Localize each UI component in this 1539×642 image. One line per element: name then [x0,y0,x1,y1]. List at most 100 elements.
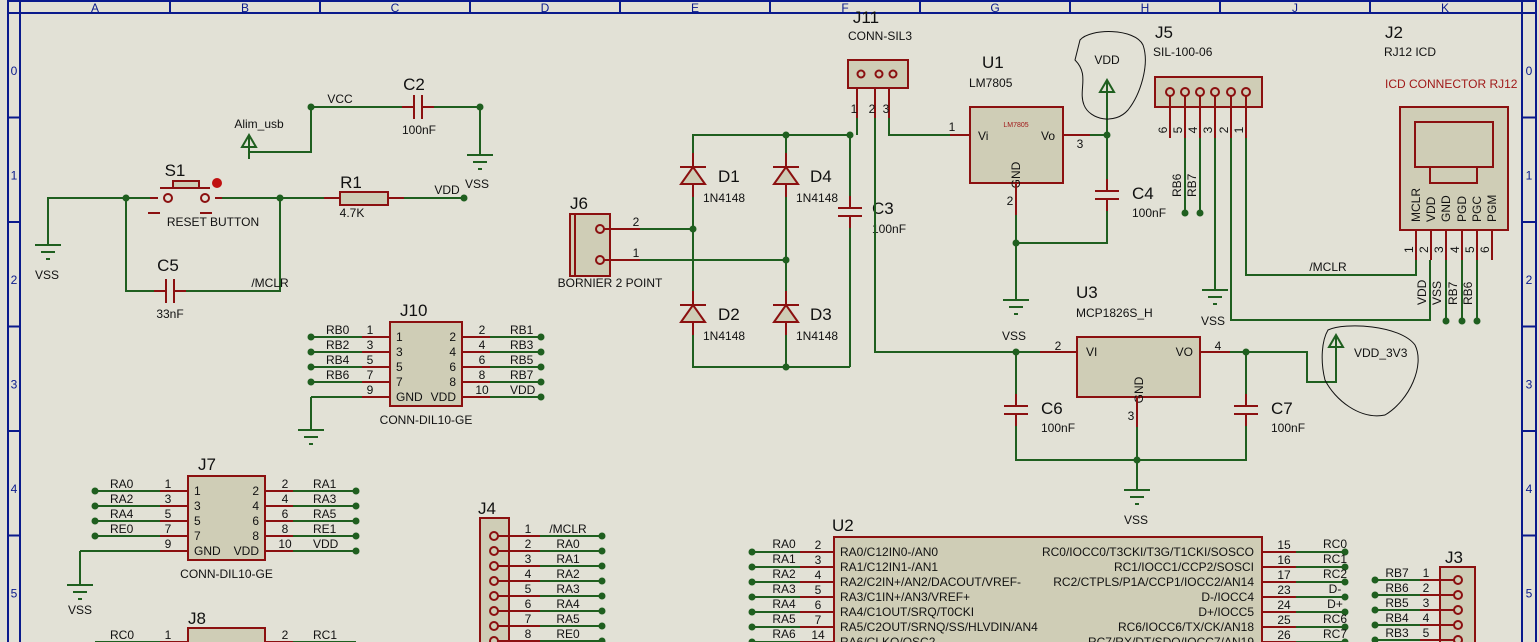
pin-number: 4 [479,338,486,352]
junction-node [352,502,360,510]
junction-node [352,487,360,495]
pin-name: VDD [431,390,457,404]
ref-label: U2 [832,516,854,535]
row-label: 4 [11,482,18,496]
pin-name: Vi [978,129,988,143]
ref-label: J4 [478,499,496,518]
pin-number: 26 [1277,628,1291,642]
pin-number: 2 [479,323,486,337]
pin-net-label: RC1 [1323,552,1347,566]
pin-name: RC6/IOCC6/TX/CK/AN18 [1118,620,1254,634]
d4-ref: D4 [810,167,832,186]
pin-number: 2 [525,537,532,551]
pin-name: RA5/C2OUT/SRNQ/SS/HLVDIN/AN4 [840,620,1038,634]
pin-number: 9 [165,537,172,551]
pin-name: RC1/IOCC1/CCP2/SOSCI [1114,560,1254,574]
pin-net-label: RB7 [1446,281,1460,305]
pin-net-label: RA4 [772,597,796,611]
wire [692,134,850,153]
value-label: SIL-100-06 [1153,45,1213,59]
pin-number: 6 [282,507,289,521]
junction-node [598,532,606,540]
pin-net-label: RB6 [1461,281,1475,305]
junction-node [598,547,606,555]
pin-net-label: RB4 [326,353,350,367]
row-label: 3 [11,378,18,392]
schematic-canvas[interactable]: A B C D E F G H J K0 01 12 23 34 45 5Alim_usbVCCC2100nF… [0,0,1539,642]
pin-net-label: RC0 [1323,537,1347,551]
chip-marking: LM7805 [1003,122,1028,129]
pin-number: 3 [883,102,890,116]
junction-node [91,487,99,495]
pin-net-label: RB6 [326,368,350,382]
pin-net-label: RA3 [556,582,580,596]
column-label: C [391,1,400,15]
ref-label: J5 [1155,23,1173,42]
junction-node [352,547,360,555]
s1-ref: S1 [165,161,186,180]
pin-net-label: RA5 [772,612,796,626]
pin-name: 6 [252,514,259,528]
c7-value: 100nF [1271,421,1305,435]
pin-net-label: RA4 [556,597,580,611]
pin-number: 25 [1277,613,1291,627]
pin-number: 4 [282,492,289,506]
pin-number: 24 [1277,598,1291,612]
pin-number: 23 [1277,583,1291,597]
net-label-mclr: /MCLR [251,276,289,290]
c7-ref: C7 [1271,399,1293,418]
d1-value: 1N4148 [703,191,745,205]
pin-net-label: RA2 [556,567,580,581]
c2-ref: C2 [403,75,425,94]
pin-number: 9 [367,383,374,397]
junction-node [307,333,315,341]
pin-name: VDD [234,544,260,558]
wire [888,118,950,136]
pin-name: 6 [449,360,456,374]
pin-name: RC2/CTPLS/P1A/CCP1/IOCC2/AN14 [1053,575,1254,589]
net-label-vcc: VCC [327,92,353,106]
pin-number: 3 [815,553,822,567]
value-label: BORNIER 2 POINT [558,276,663,290]
pin-number: 2 [282,628,289,642]
pin-net-label: RA4 [110,507,134,521]
value-label: RJ12 ICD [1384,45,1436,59]
row-label: 0 [1526,64,1533,78]
wire [1245,138,1417,276]
pin-number: 2 [1417,246,1431,253]
pin-number: 3 [1201,126,1215,133]
ref-label: U3 [1076,283,1098,302]
pin-net-label: VDD [1415,279,1429,305]
junction-node [1371,591,1379,599]
pin-name: VO [1176,345,1193,359]
pin-number: 4 [815,568,822,582]
junction-node [598,637,606,642]
junction-node [1371,621,1379,629]
junction-node [307,363,315,371]
net-label-vss: VSS [68,603,92,617]
pin-number: 2 [282,477,289,491]
pin-name: RA0/C12IN0-/AN0 [840,545,938,559]
pin-net-label: RB3 [1385,626,1409,640]
pin-number: 1 [1423,566,1430,580]
net-label-alim-usb: Alim_usb [234,117,284,131]
pin-number: 1 [949,120,956,134]
j3-body [1439,566,1476,642]
ref-label: J2 [1385,23,1403,42]
pin-number: 1 [525,522,532,536]
row-label: 0 [11,64,18,78]
pin-net-label: RC6 [1323,612,1347,626]
net-label-vss: VSS [1002,329,1026,343]
pin-number: 4 [525,567,532,581]
pin-name: PGC [1470,196,1484,222]
pin-number: 2 [633,215,640,229]
pin-number: 2 [815,538,822,552]
pin-name: 3 [194,499,201,513]
pin-net-label: RA0 [772,537,796,551]
junction-node [460,194,468,202]
junction-node [1371,636,1379,642]
pin-net-label: RB6 [1170,173,1184,197]
pin-number: 3 [1077,137,1084,151]
junction-node [537,393,545,401]
junction-node [537,363,545,371]
